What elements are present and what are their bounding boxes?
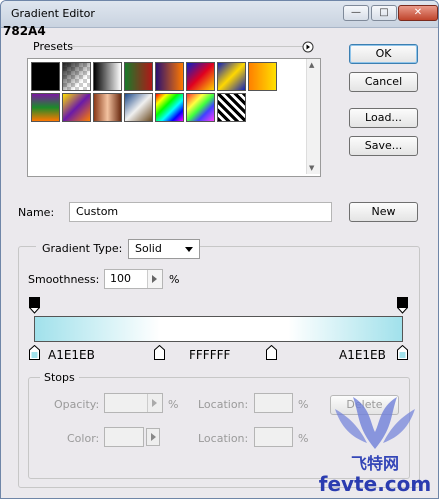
opacity-stop-right[interactable] <box>397 297 408 314</box>
violet-orange-swatch[interactable] <box>155 62 184 91</box>
smoothness-label: Smoothness: <box>28 273 100 286</box>
title-bar[interactable]: Gradient Editor — □ ✕ <box>1 1 438 28</box>
gradient-type-label: Gradient Type: <box>36 242 129 255</box>
gradient-preview-bar[interactable] <box>34 316 403 342</box>
smoothness-stepper[interactable] <box>147 270 162 288</box>
stripes-swatch[interactable] <box>217 93 246 122</box>
name-label: Name: <box>18 206 55 219</box>
maximize-icon: □ <box>379 7 389 18</box>
presets-list[interactable]: ▲ ▼ <box>27 58 321 177</box>
scroll-up-icon[interactable]: ▲ <box>309 61 314 69</box>
right-triangle-icon <box>152 275 157 283</box>
smoothness-input[interactable]: 100 <box>104 269 163 289</box>
stops-group <box>28 377 410 479</box>
black-white-swatch[interactable] <box>93 62 122 91</box>
color-stop-4[interactable] <box>397 345 408 360</box>
location2-unit: % <box>298 432 309 445</box>
window-title: Gradient Editor <box>11 7 95 20</box>
cancel-button[interactable]: Cancel <box>349 72 418 92</box>
maximize-button[interactable]: □ <box>371 5 397 21</box>
checker-swatch[interactable] <box>62 62 91 91</box>
load-button[interactable]: Load... <box>349 108 418 128</box>
stop-label-1: A1E1EB <box>48 348 95 362</box>
transparent-rainbow-swatch[interactable] <box>186 93 215 122</box>
spectrum-swatch[interactable] <box>155 93 184 122</box>
opacity-input[interactable] <box>104 393 163 413</box>
stops-group-title: Stops <box>40 371 79 384</box>
location2-label: Location: <box>198 432 249 445</box>
ok-button[interactable]: OK <box>349 44 418 64</box>
location-input[interactable] <box>254 393 293 413</box>
smoothness-unit: % <box>169 273 180 286</box>
red-green-swatch[interactable] <box>124 62 153 91</box>
blue-yellow-blue-swatch[interactable] <box>217 62 246 91</box>
stop-label-4: A1E1EB <box>339 348 386 362</box>
color-label: Color: <box>67 432 100 445</box>
opacity-unit: % <box>168 398 179 411</box>
delete-button[interactable]: Delete <box>330 395 399 415</box>
color-picker-button[interactable] <box>146 428 160 446</box>
location2-input[interactable] <box>254 427 293 447</box>
right-triangle-icon <box>152 399 157 407</box>
opacity-label: Opacity: <box>54 398 100 411</box>
window-subtitle: 782A4 <box>3 24 46 38</box>
chrome-swatch[interactable] <box>124 93 153 122</box>
opacity-stepper[interactable] <box>147 394 162 412</box>
presets-label: Presets <box>33 40 74 53</box>
color-stop-3[interactable] <box>266 345 277 360</box>
black-swatch[interactable] <box>31 62 60 91</box>
scroll-down-icon[interactable]: ▼ <box>309 164 314 172</box>
chevron-down-icon <box>185 247 193 252</box>
minimize-button[interactable]: — <box>343 5 369 21</box>
save-button[interactable]: Save... <box>349 136 418 156</box>
color-stop-2[interactable] <box>154 345 165 360</box>
color-swatch-field[interactable] <box>104 427 144 447</box>
presets-scrollbar[interactable]: ▲ ▼ <box>306 59 320 174</box>
name-field[interactable]: Custom <box>69 202 332 222</box>
yellow-violet-orange-swatch[interactable] <box>62 93 91 122</box>
minimize-icon: — <box>351 7 361 18</box>
orange-yellow-swatch[interactable] <box>248 62 277 91</box>
violet-green-orange-swatch[interactable] <box>31 93 60 122</box>
gradient-type-dropdown[interactable]: Solid <box>128 239 200 259</box>
location-unit: % <box>298 398 309 411</box>
close-button[interactable]: ✕ <box>398 5 438 21</box>
right-arrow-circle-icon[interactable] <box>302 41 314 53</box>
right-triangle-icon <box>151 433 156 441</box>
opacity-stop-left[interactable] <box>29 297 40 314</box>
close-icon: ✕ <box>413 7 423 18</box>
new-button[interactable]: New <box>349 202 418 222</box>
color-stop-1[interactable] <box>29 345 40 360</box>
location-label: Location: <box>198 398 249 411</box>
blue-red-yellow-swatch[interactable] <box>186 62 215 91</box>
stop-label-2: FFFFFF <box>189 348 231 362</box>
smoothness-value: 100 <box>110 272 131 285</box>
presets-divider <box>70 46 303 47</box>
gradient-type-value: Solid <box>135 242 162 255</box>
copper-swatch[interactable] <box>93 93 122 122</box>
